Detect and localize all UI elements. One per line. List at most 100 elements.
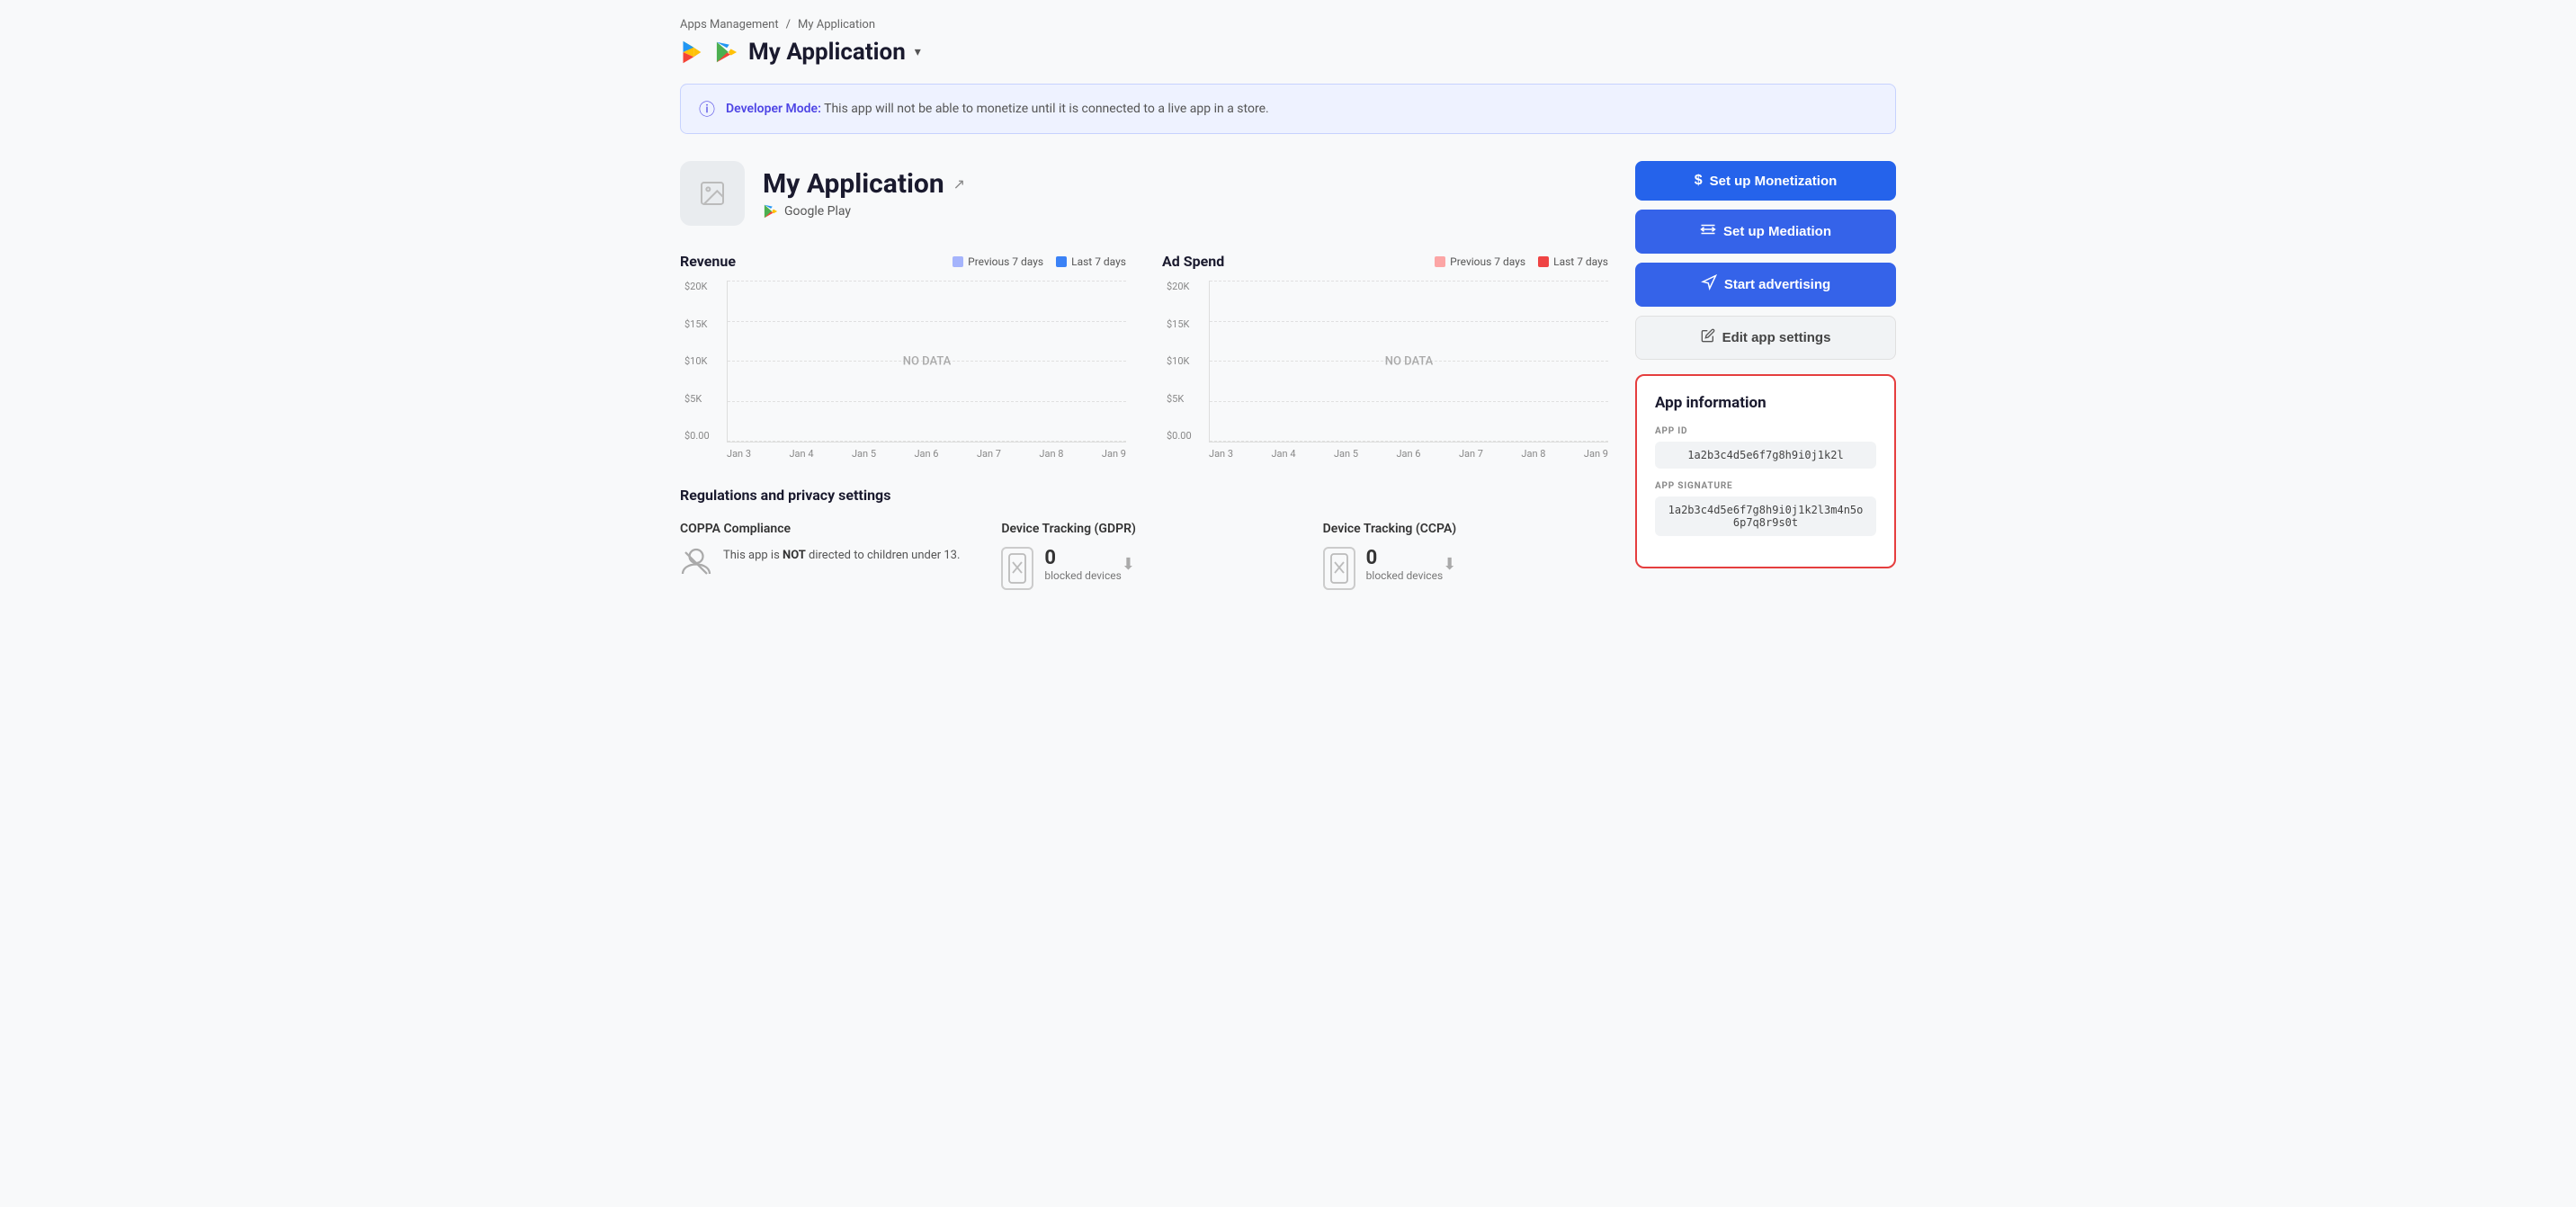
advertising-label: Start advertising bbox=[1724, 277, 1830, 292]
page-title: My Application bbox=[748, 39, 906, 66]
adspend-y-10k: $10K bbox=[1167, 355, 1192, 367]
revenue-chart-legend: Previous 7 days Last 7 days bbox=[953, 255, 1126, 268]
setup-mediation-button[interactable]: Set up Mediation bbox=[1635, 210, 1896, 254]
revenue-chart-title: Revenue bbox=[680, 253, 736, 270]
app-info-top: My Application ↗ Google Play bbox=[680, 161, 1608, 226]
revenue-y-labels: $20K $15K $10K $5K $0.00 bbox=[684, 281, 710, 442]
adspend-last-dot bbox=[1538, 256, 1549, 267]
revenue-chart-area: $20K $15K $10K $5K $0.00 bbox=[727, 281, 1126, 443]
revenue-x-jan6: Jan 6 bbox=[914, 448, 938, 460]
breadcrumb: Apps Management / My Application bbox=[680, 18, 1896, 31]
adspend-x-jan3: Jan 3 bbox=[1209, 448, 1233, 460]
ccpa-download-icon[interactable]: ⬇ bbox=[1443, 555, 1456, 574]
external-link-icon[interactable]: ↗ bbox=[953, 175, 965, 192]
revenue-x-labels: Jan 3 Jan 4 Jan 5 Jan 6 Jan 7 Jan 8 Jan … bbox=[727, 448, 1126, 460]
adspend-chart-section: Ad Spend Previous 7 days Last 7 days bbox=[1162, 253, 1608, 460]
revenue-x-jan5: Jan 5 bbox=[852, 448, 876, 460]
revenue-chart-section: Revenue Previous 7 days Last 7 days bbox=[680, 253, 1126, 460]
adspend-x-jan7: Jan 7 bbox=[1459, 448, 1483, 460]
left-content: My Application ↗ Google Play bbox=[680, 161, 1608, 590]
adspend-x-jan6: Jan 6 bbox=[1396, 448, 1420, 460]
adspend-last-label: Last 7 days bbox=[1553, 255, 1608, 268]
gdpr-label: blocked devices bbox=[1044, 569, 1121, 582]
google-play-logo-icon bbox=[714, 40, 739, 65]
monetization-icon: $ bbox=[1695, 173, 1703, 189]
adspend-prev-label: Previous 7 days bbox=[1450, 255, 1525, 268]
adspend-x-jan8: Jan 8 bbox=[1521, 448, 1545, 460]
mediation-label: Set up Mediation bbox=[1723, 224, 1831, 239]
advertising-icon bbox=[1701, 274, 1717, 295]
revenue-y-10k: $10K bbox=[684, 355, 710, 367]
revenue-legend-last: Last 7 days bbox=[1056, 255, 1126, 268]
google-play-small-icon bbox=[763, 203, 779, 219]
app-header: My Application ▾ bbox=[680, 39, 1896, 66]
breadcrumb-separator: / bbox=[786, 18, 791, 31]
revenue-y-5k: $5K bbox=[684, 393, 710, 405]
revenue-chart-wrapper: $20K $15K $10K $5K $0.00 bbox=[680, 281, 1126, 460]
gdpr-item: Device Tracking (GDPR) bbox=[1001, 522, 1286, 590]
breadcrumb-parent[interactable]: Apps Management bbox=[680, 18, 779, 31]
revenue-last-dot bbox=[1056, 256, 1067, 267]
app-id-value: 1a2b3c4d5e6f7g8h9i0j1k2l bbox=[1655, 442, 1876, 469]
revenue-y-0: $0.00 bbox=[684, 430, 710, 442]
adspend-y-0: $0.00 bbox=[1167, 430, 1192, 442]
adspend-chart-legend: Previous 7 days Last 7 days bbox=[1435, 255, 1608, 268]
app-information-card: App information APP ID 1a2b3c4d5e6f7g8h9… bbox=[1635, 374, 1896, 568]
right-sidebar: $ Set up Monetization Set up Mediation bbox=[1635, 161, 1896, 590]
app-dropdown-arrow[interactable]: ▾ bbox=[915, 45, 921, 59]
revenue-x-jan9: Jan 9 bbox=[1102, 448, 1126, 460]
dev-banner-label: Developer Mode: bbox=[726, 102, 821, 116]
adspend-gridline-5 bbox=[1210, 441, 1608, 442]
monetization-label: Set up Monetization bbox=[1710, 174, 1838, 189]
coppa-title: COPPA Compliance bbox=[680, 522, 965, 536]
adspend-chart-header: Ad Spend Previous 7 days Last 7 days bbox=[1162, 253, 1608, 270]
app-name-row: My Application ↗ bbox=[763, 168, 965, 200]
ccpa-row: 0 blocked devices ⬇ bbox=[1366, 547, 1457, 582]
adspend-chart-area: $20K $15K $10K $5K $0.00 bbox=[1209, 281, 1608, 443]
adspend-gridline-4 bbox=[1210, 401, 1608, 402]
app-name: My Application bbox=[763, 168, 944, 200]
adspend-y-15k: $15K bbox=[1167, 318, 1192, 330]
info-icon: ⓘ bbox=[699, 97, 715, 121]
edit-settings-button[interactable]: Edit app settings bbox=[1635, 316, 1896, 360]
dev-banner-text: Developer Mode: This app will not be abl… bbox=[726, 102, 1269, 116]
edit-settings-label: Edit app settings bbox=[1722, 330, 1831, 345]
gdpr-count-section: 0 blocked devices bbox=[1044, 547, 1121, 582]
edit-icon bbox=[1701, 328, 1715, 347]
main-layout: My Application ↗ Google Play bbox=[680, 161, 1896, 590]
adspend-chart-wrapper: $20K $15K $10K $5K $0.00 bbox=[1162, 281, 1608, 460]
start-advertising-button[interactable]: Start advertising bbox=[1635, 263, 1896, 307]
revenue-y-20k: $20K bbox=[684, 281, 710, 292]
setup-monetization-button[interactable]: $ Set up Monetization bbox=[1635, 161, 1896, 201]
gridline-4 bbox=[728, 401, 1126, 402]
gdpr-stats: 0 blocked devices ⬇ bbox=[1044, 547, 1135, 582]
regulations-section: Regulations and privacy settings COPPA C… bbox=[680, 487, 1608, 590]
regulations-grid: COPPA Compliance This app is NOT di bbox=[680, 522, 1608, 590]
gdpr-download-icon[interactable]: ⬇ bbox=[1122, 555, 1135, 574]
coppa-not: NOT bbox=[783, 549, 806, 562]
adspend-x-labels: Jan 3 Jan 4 Jan 5 Jan 6 Jan 7 Jan 8 Jan … bbox=[1209, 448, 1608, 460]
gdpr-phone-icon bbox=[1001, 547, 1033, 590]
revenue-x-jan3: Jan 3 bbox=[727, 448, 751, 460]
revenue-x-jan4: Jan 4 bbox=[789, 448, 813, 460]
app-store-row: Google Play bbox=[763, 203, 965, 219]
adspend-y-labels: $20K $15K $10K $5K $0.00 bbox=[1167, 281, 1192, 442]
revenue-y-15k: $15K bbox=[684, 318, 710, 330]
adspend-chart-title: Ad Spend bbox=[1162, 253, 1224, 270]
adspend-x-jan5: Jan 5 bbox=[1334, 448, 1358, 460]
ccpa-title: Device Tracking (CCPA) bbox=[1323, 522, 1608, 536]
adspend-legend-last: Last 7 days bbox=[1538, 255, 1608, 268]
ccpa-stats: 0 blocked devices ⬇ bbox=[1366, 547, 1457, 582]
dev-banner-desc: This app will not be able to monetize un… bbox=[821, 102, 1269, 116]
app-info-card-title: App information bbox=[1655, 394, 1876, 412]
app-signature-field: APP SIGNATURE 1a2b3c4d5e6f7g8h9i0j1k2l3m… bbox=[1655, 481, 1876, 536]
ccpa-phone-icon bbox=[1323, 547, 1355, 590]
app-icon-placeholder bbox=[680, 161, 745, 226]
coppa-icon bbox=[680, 547, 712, 586]
gridline-2 bbox=[728, 321, 1126, 322]
adspend-x-jan4: Jan 4 bbox=[1271, 448, 1295, 460]
revenue-x-jan7: Jan 7 bbox=[977, 448, 1001, 460]
app-sig-value: 1a2b3c4d5e6f7g8h9i0j1k2l3m4n5o6p7q8r9s0t bbox=[1655, 496, 1876, 536]
revenue-prev-dot bbox=[953, 256, 963, 267]
adspend-prev-dot bbox=[1435, 256, 1445, 267]
